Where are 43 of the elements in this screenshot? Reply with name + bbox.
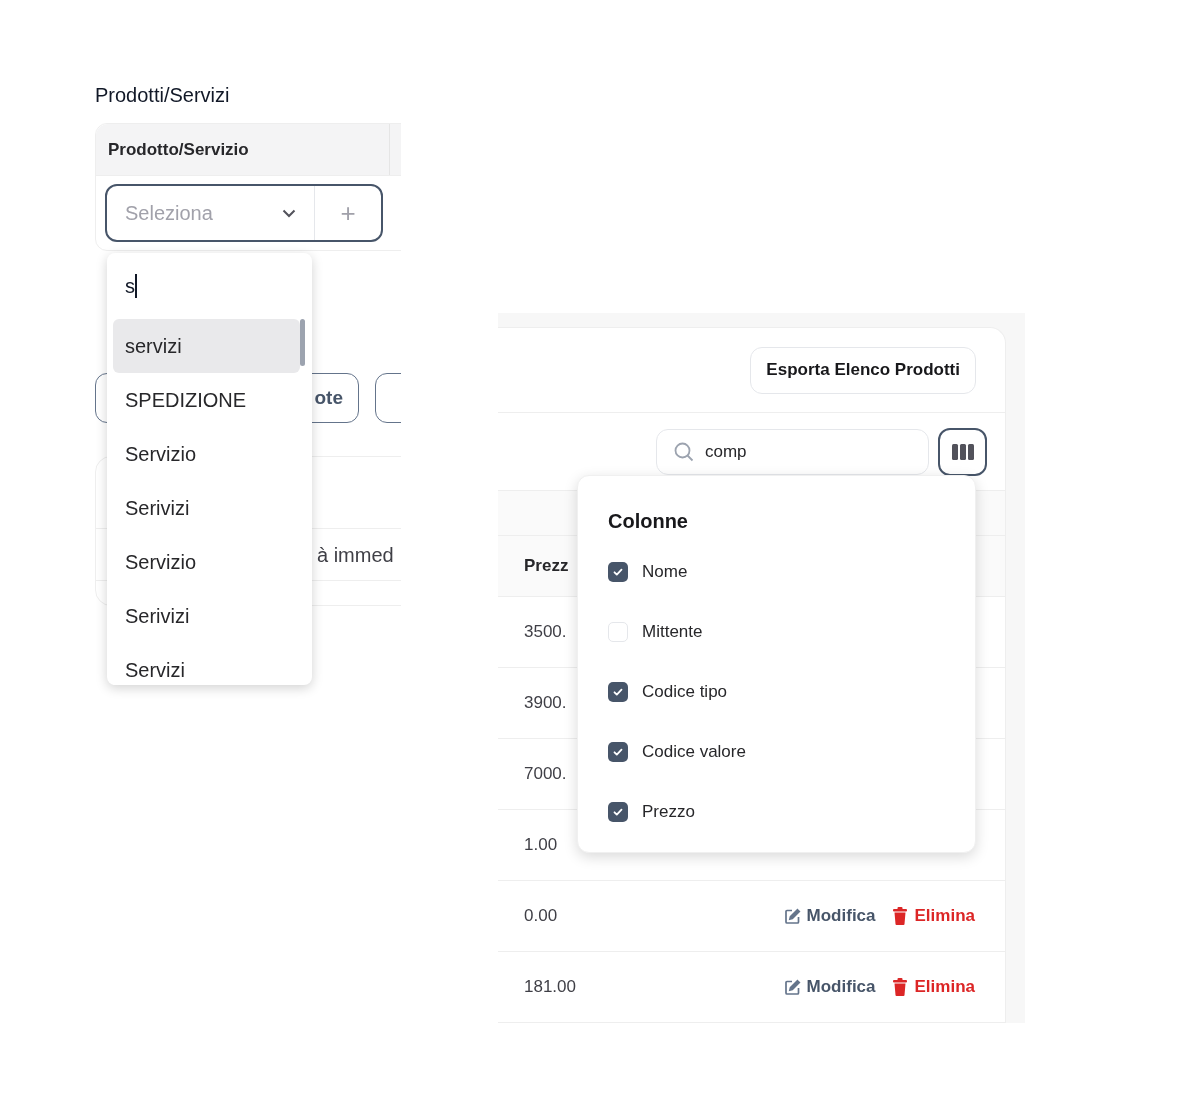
table-cell-text: 7000. <box>524 763 567 786</box>
trash-icon <box>892 907 907 925</box>
table-cell-text: 0.00 <box>524 905 558 928</box>
chevron-down-icon <box>282 208 296 218</box>
menu-title: Colonne <box>608 509 689 534</box>
column-header: Prezz <box>524 555 569 578</box>
table-cell-text: 3900. <box>524 692 567 715</box>
columns-icon <box>951 443 974 460</box>
delete-link[interactable]: Elimina <box>892 903 975 929</box>
columns-button[interactable] <box>938 427 987 476</box>
scrollbar-thumb <box>300 319 305 366</box>
delete-link[interactable]: Elimina <box>892 974 975 1000</box>
checkbox[interactable] <box>608 562 628 582</box>
edit-link[interactable]: Modifica <box>783 974 876 1000</box>
dropdown-search-field[interactable]: s <box>107 253 312 319</box>
pencil-square-icon <box>783 907 801 925</box>
pencil-square-icon <box>783 978 801 996</box>
column-option[interactable]: Prezzo <box>608 782 975 842</box>
column-option[interactable]: Codice valore <box>608 722 975 782</box>
checkbox[interactable] <box>608 742 628 762</box>
search-icon <box>673 440 695 463</box>
check-icon <box>612 686 624 698</box>
row-text: à immed <box>317 542 394 568</box>
table-cell-text: 1.00 <box>524 834 558 857</box>
table-cell-text: 181.00 <box>524 976 576 999</box>
export-button[interactable]: Esporta Elenco Prodotti <box>750 346 976 394</box>
trash-icon <box>892 978 907 996</box>
section-title: Prodotti/Servizi <box>95 83 231 108</box>
check-icon <box>612 806 624 818</box>
search-field[interactable]: comp <box>656 428 929 475</box>
dropdown-option[interactable]: servizi <box>113 319 300 373</box>
edit-link[interactable]: Modifica <box>783 903 876 929</box>
select-placeholder: Seleziona <box>125 201 213 226</box>
table-cell-text: 3500. <box>524 621 567 644</box>
column-option[interactable]: Mittente <box>608 602 975 662</box>
checkbox[interactable] <box>608 802 628 822</box>
column-option[interactable]: Codice tipo <box>608 662 975 722</box>
column-header: Prodotto/Servizio <box>96 124 390 175</box>
column-option[interactable]: Nome <box>608 542 975 602</box>
checkbox[interactable] <box>608 682 628 702</box>
check-icon <box>612 566 624 578</box>
checkbox[interactable] <box>608 622 628 642</box>
check-icon <box>612 746 624 758</box>
